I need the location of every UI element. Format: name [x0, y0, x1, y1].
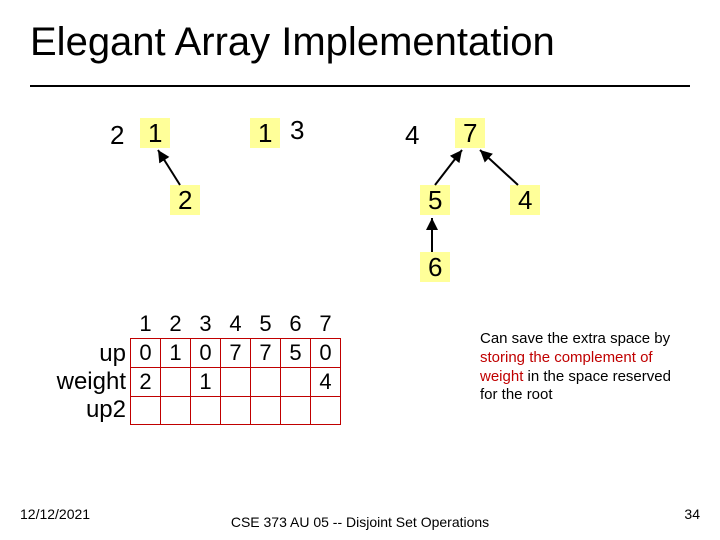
- cell: 4: [311, 368, 341, 397]
- cell: 1: [161, 339, 191, 368]
- header-cell: 3: [191, 310, 221, 339]
- cell: [221, 368, 251, 397]
- header-cell: 7: [311, 310, 341, 339]
- header-cell: 6: [281, 310, 311, 339]
- cell: [281, 397, 311, 425]
- cell: [281, 368, 311, 397]
- table-row: 0 1 0 7 7 5 0: [131, 339, 341, 368]
- cell: [191, 397, 221, 425]
- cell: [131, 397, 161, 425]
- cell: 0: [191, 339, 221, 368]
- slide: Elegant Array Implementation 2 1 2 1 3 4…: [0, 0, 720, 540]
- cell: [221, 397, 251, 425]
- cell: 0: [311, 339, 341, 368]
- footer-center: CSE 373 AU 05 -- Disjoint Set Operations: [0, 514, 720, 530]
- cell: 1: [191, 368, 221, 397]
- header-cell: 2: [161, 310, 191, 339]
- cell: [251, 368, 281, 397]
- table-row: [131, 397, 341, 425]
- header-cell: 5: [251, 310, 281, 339]
- header-cell: 4: [221, 310, 251, 339]
- row-label-weight: weight: [57, 368, 126, 396]
- cell: [161, 397, 191, 425]
- cell: 7: [251, 339, 281, 368]
- table: 1 2 3 4 5 6 7 0 1 0 7 7 5 0 2 1: [130, 310, 341, 425]
- cell: [251, 397, 281, 425]
- row-label-up2: up2: [86, 396, 126, 424]
- cell: 0: [131, 339, 161, 368]
- cell: 2: [131, 368, 161, 397]
- tree-arrows: [0, 0, 720, 540]
- table-header-row: 1 2 3 4 5 6 7: [131, 310, 341, 339]
- header-cell: 1: [131, 310, 161, 339]
- table-row: 2 1 4: [131, 368, 341, 397]
- row-label-up: up: [99, 340, 126, 368]
- cell: [311, 397, 341, 425]
- footer-page: 34: [684, 506, 700, 522]
- cell: 7: [221, 339, 251, 368]
- cell: [161, 368, 191, 397]
- sidenote: Can save the extra space by storing the …: [480, 330, 690, 405]
- array-table: 1 2 3 4 5 6 7 0 1 0 7 7 5 0 2 1: [130, 310, 341, 425]
- cell: 5: [281, 339, 311, 368]
- sidenote-text: Can save the extra space by: [480, 330, 670, 347]
